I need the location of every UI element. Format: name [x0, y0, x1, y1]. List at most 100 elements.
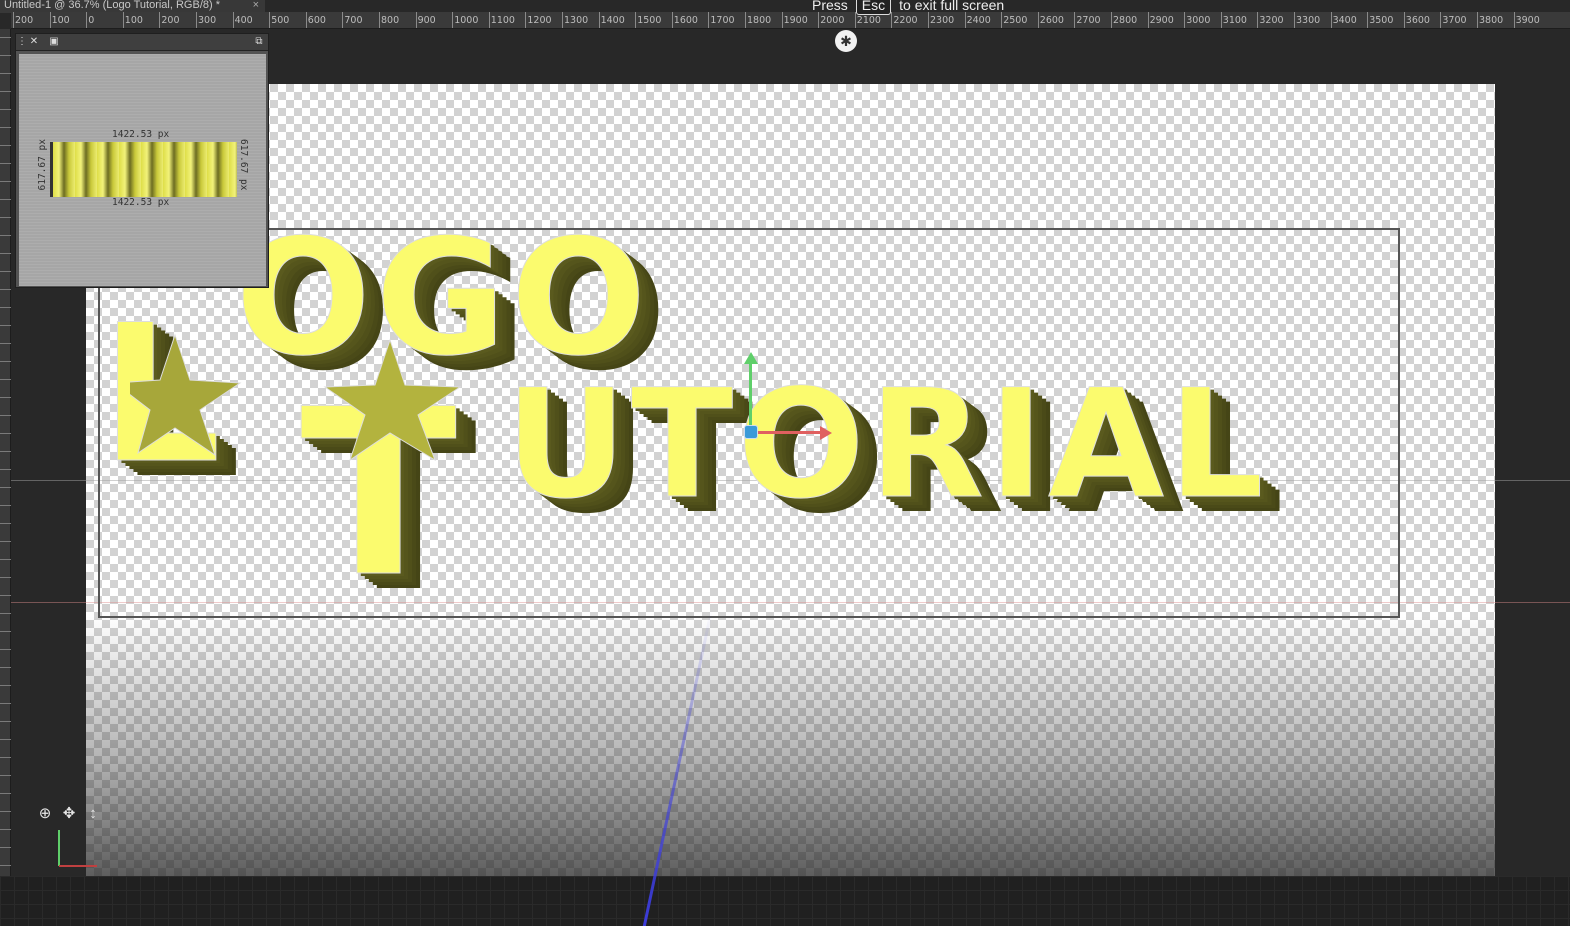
ruler-tick	[1294, 12, 1295, 28]
ruler-tick	[1074, 12, 1076, 28]
ruler-tick	[0, 379, 11, 380]
ruler-tick	[1403, 12, 1405, 28]
ruler-label: 100	[51, 15, 70, 26]
ruler-tick	[0, 523, 11, 524]
ruler-tick	[0, 487, 11, 488]
ruler-tick	[1257, 12, 1259, 28]
document-title: Untitled-1 @ 36.7% (Logo Tutorial, RGB/8…	[4, 0, 220, 11]
ruler-tick	[196, 12, 197, 28]
ruler-label: 3200	[1259, 15, 1284, 26]
ruler-label: 2000	[820, 15, 845, 26]
ruler-tick	[342, 12, 344, 28]
ruler-tick	[0, 703, 11, 704]
camera-axis-x	[59, 865, 97, 867]
gizmo-y-arrow-icon[interactable]	[744, 352, 758, 364]
ruler-label: 3800	[1479, 15, 1504, 26]
ruler-tick	[0, 343, 11, 344]
exit-fullscreen-icon[interactable]: ✱	[835, 30, 857, 52]
ruler-label: 2500	[1003, 15, 1028, 26]
ruler-label: 3400	[1332, 15, 1357, 26]
close-tab-icon[interactable]: ×	[253, 0, 259, 11]
ruler-label: 900	[417, 15, 436, 26]
pan-3d-icon[interactable]: ✥	[60, 805, 78, 823]
ruler-tick	[13, 12, 14, 28]
ruler-tick	[0, 829, 11, 830]
ruler-label: 500	[271, 15, 290, 26]
ruler-tick	[0, 811, 11, 812]
ruler-label: 3300	[1296, 15, 1321, 26]
ruler-tick	[0, 397, 11, 398]
ruler-tick	[415, 12, 417, 28]
ruler-tick	[0, 793, 11, 794]
ruler-tick	[0, 757, 11, 758]
ruler-tick	[0, 271, 11, 272]
gizmo-y-axis[interactable]	[749, 362, 752, 432]
ruler-tick	[269, 12, 271, 28]
width-label-bottom: 1422.53 px	[112, 197, 170, 208]
ruler-label: 1200	[527, 15, 552, 26]
ruler-tick	[745, 12, 746, 28]
view-select-icon[interactable]: ▣	[48, 36, 60, 48]
top-view-preview	[50, 142, 237, 197]
notice-message: to exit full screen	[899, 0, 1005, 13]
ruler-tick	[525, 12, 527, 28]
ruler-tick	[0, 667, 11, 668]
ruler-tick	[708, 12, 710, 28]
ruler-tick	[0, 541, 11, 542]
panel-close-icon[interactable]: ✕	[28, 36, 40, 48]
slide-3d-icon[interactable]: ↕	[84, 805, 102, 823]
ground-plane-shade	[86, 616, 1495, 876]
ruler-label: 300	[198, 15, 217, 26]
ruler-tick	[1147, 12, 1149, 28]
ruler-tick	[0, 577, 11, 578]
gizmo-x-arrow-icon[interactable]	[820, 426, 832, 440]
ruler-tick	[0, 181, 11, 182]
ruler-tick	[0, 847, 11, 848]
ruler-label: 1700	[710, 15, 735, 26]
ruler-label: 3900	[1515, 15, 1540, 26]
panel-swap-icon[interactable]: ⧉	[253, 36, 265, 48]
ruler-tick	[232, 12, 234, 28]
ruler-tick	[598, 12, 600, 28]
ruler-tick	[0, 289, 11, 290]
vertical-ruler[interactable]	[0, 29, 11, 926]
ruler-label: 400	[234, 15, 253, 26]
ruler-label: 3100	[1222, 15, 1247, 26]
gizmo-center-handle[interactable]	[744, 425, 758, 439]
ruler-tick	[379, 12, 380, 28]
ruler-label: 1900	[783, 15, 808, 26]
ruler-label: 1100	[490, 15, 515, 26]
3d-secondary-view-panel: ⋮ ✕ ▣ ⧉ 1422.53 px 1422.53 px 617.67 px …	[15, 33, 269, 288]
ruler-label: 1400	[600, 15, 625, 26]
ruler-tick	[0, 145, 11, 146]
width-label-top: 1422.53 px	[112, 129, 170, 140]
ruler-label: 2400	[966, 15, 991, 26]
notice-press: Press	[812, 0, 848, 13]
ruler-tick	[49, 12, 51, 28]
ruler-label: 600	[307, 15, 326, 26]
ruler-tick	[1220, 12, 1222, 28]
horizontal-ruler[interactable]: 200 100 0 100 200 300 400 500 600 700 800 900 1000 11…	[11, 12, 1570, 29]
ruler-label: 3600	[1405, 15, 1430, 26]
camera-axis-y	[58, 830, 60, 866]
ruler-tick	[0, 451, 11, 452]
fullscreen-notice: Press Esc to exit full screen	[812, 0, 1004, 16]
ruler-tick	[86, 12, 88, 28]
ruler-tick	[0, 325, 11, 326]
ruler-tick	[0, 235, 11, 236]
ruler-tick	[0, 73, 11, 74]
ruler-label: 1300	[564, 15, 589, 26]
ruler-tick	[452, 12, 454, 28]
ruler-label: 1600	[673, 15, 698, 26]
ruler-tick	[122, 12, 124, 28]
height-label-right: 617.67 px	[238, 139, 249, 191]
ruler-label: 2200	[893, 15, 918, 26]
gizmo-x-axis[interactable]	[752, 431, 824, 434]
secondary-view[interactable]: 1422.53 px 1422.53 px 617.67 px 617.67 p…	[19, 54, 266, 286]
ruler-tick	[0, 433, 11, 434]
panel-grip-icon[interactable]: ⋮	[16, 36, 28, 48]
ruler-label: 200	[15, 15, 34, 26]
ruler-label: 3700	[1442, 15, 1467, 26]
ruler-label: 2900	[1149, 15, 1174, 26]
orbit-3d-icon[interactable]: ⊕	[36, 805, 54, 823]
